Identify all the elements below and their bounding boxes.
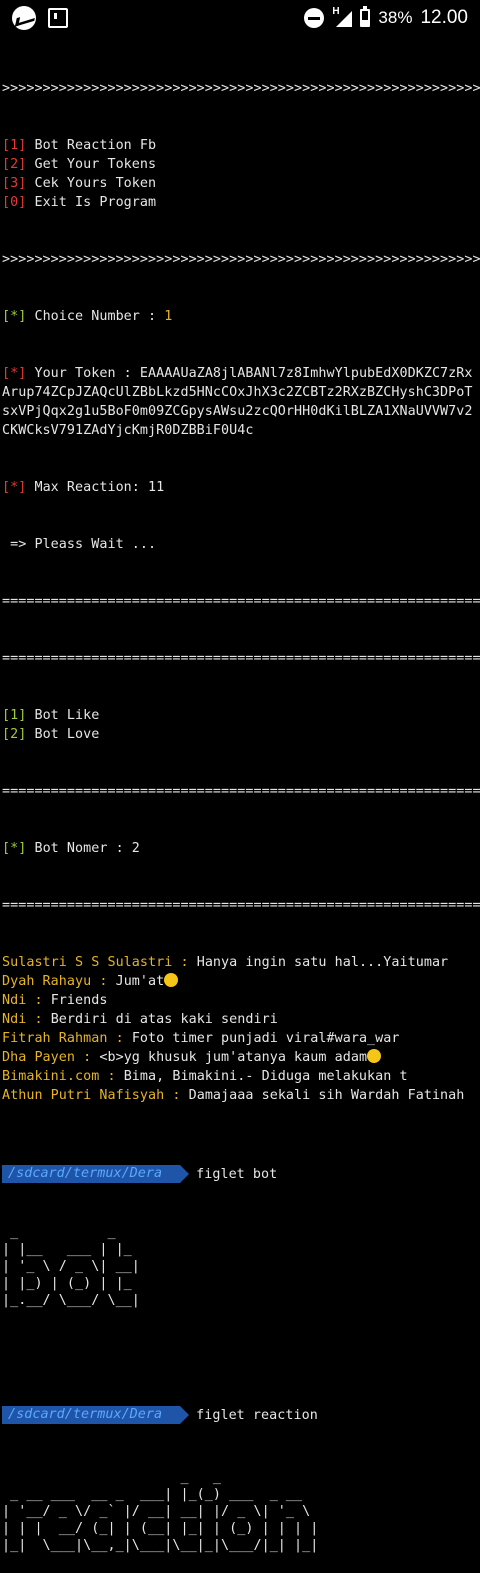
feed-text: Damajaaa sekali sih Wardah Fatinah: [188, 1088, 465, 1103]
menu-item: [2] Get Your Tokens: [2, 155, 480, 174]
feed-text: Friends: [50, 993, 108, 1008]
menu-label: Get Your Tokens: [26, 157, 157, 172]
figlet-bot-art: _ _ | |__ ___ | |_ | '_ \ / _ \| __| | |…: [2, 1225, 140, 1308]
emoji-icon: [164, 973, 179, 987]
menu-number: [3]: [2, 176, 27, 191]
feed-separator: :: [99, 1069, 124, 1084]
menu-label: Bot Reaction Fb: [26, 138, 157, 153]
bot-option-number: [2]: [2, 727, 27, 742]
feed-item: Bimakini.com : Bima, Bimakini.- Diduga m…: [2, 1067, 480, 1086]
feed-separator: :: [107, 1031, 132, 1046]
bot-nomer-line: [*] Bot Nomer : 2: [2, 839, 480, 858]
feed-separator: :: [164, 1088, 189, 1103]
bot-option-label: Bot Love: [26, 727, 100, 742]
command-text: figlet bot: [196, 1166, 278, 1182]
menu-label: Cek Yours Token: [26, 176, 157, 191]
max-reaction-line: [*] Max Reaction: 11: [2, 478, 480, 497]
bot-option-item: [2] Bot Love: [2, 725, 480, 744]
feed-text: Jum'at: [115, 974, 165, 989]
separator-equals: ========================================…: [2, 594, 480, 609]
menu-label: Exit Is Program: [26, 195, 157, 210]
token-line: [*] Your Token : EAAAAUaZA8jlABANl7z8Imh…: [2, 364, 480, 440]
prompt-path: /sdcard/termux/Dera: [2, 1165, 190, 1183]
feed-separator: :: [26, 993, 51, 1008]
bot-option-number: [1]: [2, 708, 27, 723]
feed-author: Bimakini.com: [2, 1069, 100, 1084]
feed-text: <b>yg khusuk jum'atanya kaum adam: [99, 1050, 368, 1065]
main-menu: [1] Bot Reaction Fb [2] Get Your Tokens [3…: [2, 136, 480, 212]
feed-item: Dha Payen : <b>yg khusuk jum'atanya kaum…: [2, 1048, 480, 1067]
bot-options: [1] Bot Like [2] Bot Love: [2, 706, 480, 744]
feed-author: Ndi: [2, 1012, 27, 1027]
choice-tag: [*]: [2, 309, 27, 324]
menu-item: [1] Bot Reaction Fb: [2, 136, 480, 155]
feed-author: Sulastri S S Sulastri: [2, 955, 173, 970]
flipboard-icon: [48, 8, 68, 28]
choice-line: [*] Choice Number : 1: [2, 307, 480, 326]
separator-equals: ========================================…: [2, 784, 480, 799]
separator-arrows: >>>>>>>>>>>>>>>>>>>>>>>>>>>>>>>>>>>>>>>>…: [2, 81, 480, 96]
signal-h-icon: H: [332, 6, 353, 27]
token-tag: [*]: [2, 366, 27, 381]
status-right: H 38% 12.00: [304, 6, 468, 29]
feed-item: Ndi : Friends: [2, 991, 480, 1010]
feed-text: Hanya ingin satu hal...Yaitumar: [196, 955, 449, 970]
feed-text: Berdiri di atas kaki sendiri: [50, 1012, 278, 1027]
command-text: figlet reaction: [196, 1407, 318, 1423]
prompt-row: /sdcard/termux/Dera figlet reaction: [2, 1404, 480, 1426]
status-left: [12, 6, 68, 30]
figlet-reaction-art: _ _ _ __ ___ __ _ ___| |_(_) ___ _ __ | …: [2, 1470, 319, 1553]
menu-item: [0] Exit Is Program: [2, 193, 480, 212]
status-bar: H 38% 12.00: [0, 0, 480, 36]
feed-separator: :: [75, 1050, 100, 1065]
feed-separator: :: [172, 955, 197, 970]
max-reaction-label: Max Reaction: 11: [26, 480, 165, 495]
menu-number: [2]: [2, 157, 27, 172]
separator-equals: ========================================…: [2, 898, 480, 913]
feed-separator: :: [91, 974, 116, 989]
choice-label: Choice Number :: [26, 309, 165, 324]
prompt-path: /sdcard/termux/Dera: [2, 1406, 190, 1424]
wait-line: => Pleass Wait ...: [2, 537, 157, 552]
feed-text: Bima, Bimakini.- Diduga melakukan t: [123, 1069, 408, 1084]
battery-percent: 38%: [378, 8, 413, 27]
separator-arrows: >>>>>>>>>>>>>>>>>>>>>>>>>>>>>>>>>>>>>>>>…: [2, 252, 480, 267]
separator-equals: ========================================…: [2, 651, 480, 666]
prompt-row: /sdcard/termux/Dera figlet bot: [2, 1163, 480, 1185]
battery-icon: [360, 6, 371, 27]
feed-author: Dyah Rahayu: [2, 974, 92, 989]
do-not-disturb-icon: [304, 8, 325, 28]
feed-separator: :: [26, 1012, 51, 1027]
feed-text: Foto timer punjadi viral#wara_war: [131, 1031, 400, 1046]
terminal-output[interactable]: >>>>>>>>>>>>>>>>>>>>>>>>>>>>>>>>>>>>>>>>…: [0, 36, 480, 1573]
feed-author: Ndi: [2, 993, 27, 1008]
feed-item: Athun Putri Nafisyah : Damajaaa sekali s…: [2, 1086, 480, 1105]
feed-author: Athun Putri Nafisyah: [2, 1088, 165, 1103]
menu-number: [0]: [2, 195, 27, 210]
messenger-icon: [12, 6, 36, 30]
max-reaction-tag: [*]: [2, 480, 27, 495]
menu-item: [3] Cek Yours Token: [2, 174, 480, 193]
token-label: Your Token :: [26, 366, 140, 381]
feed-author: Dha Payen: [2, 1050, 76, 1065]
bot-option-label: Bot Like: [26, 708, 100, 723]
emoji-icon: [367, 1049, 382, 1063]
feed-item: Ndi : Berdiri di atas kaki sendiri: [2, 1010, 480, 1029]
feed-author: Fitrah Rahman: [2, 1031, 108, 1046]
feed-item: Dyah Rahayu : Jum'at: [2, 972, 480, 991]
feed-item: Fitrah Rahman : Foto timer punjadi viral…: [2, 1029, 480, 1048]
reaction-feed: Sulastri S S Sulastri : Hanya ingin satu…: [2, 953, 480, 1105]
bot-option-item: [1] Bot Like: [2, 706, 480, 725]
feed-item: Sulastri S S Sulastri : Hanya ingin satu…: [2, 953, 480, 972]
menu-number: [1]: [2, 138, 27, 153]
clock: 12.00: [420, 7, 468, 28]
choice-value: 1: [164, 309, 173, 324]
